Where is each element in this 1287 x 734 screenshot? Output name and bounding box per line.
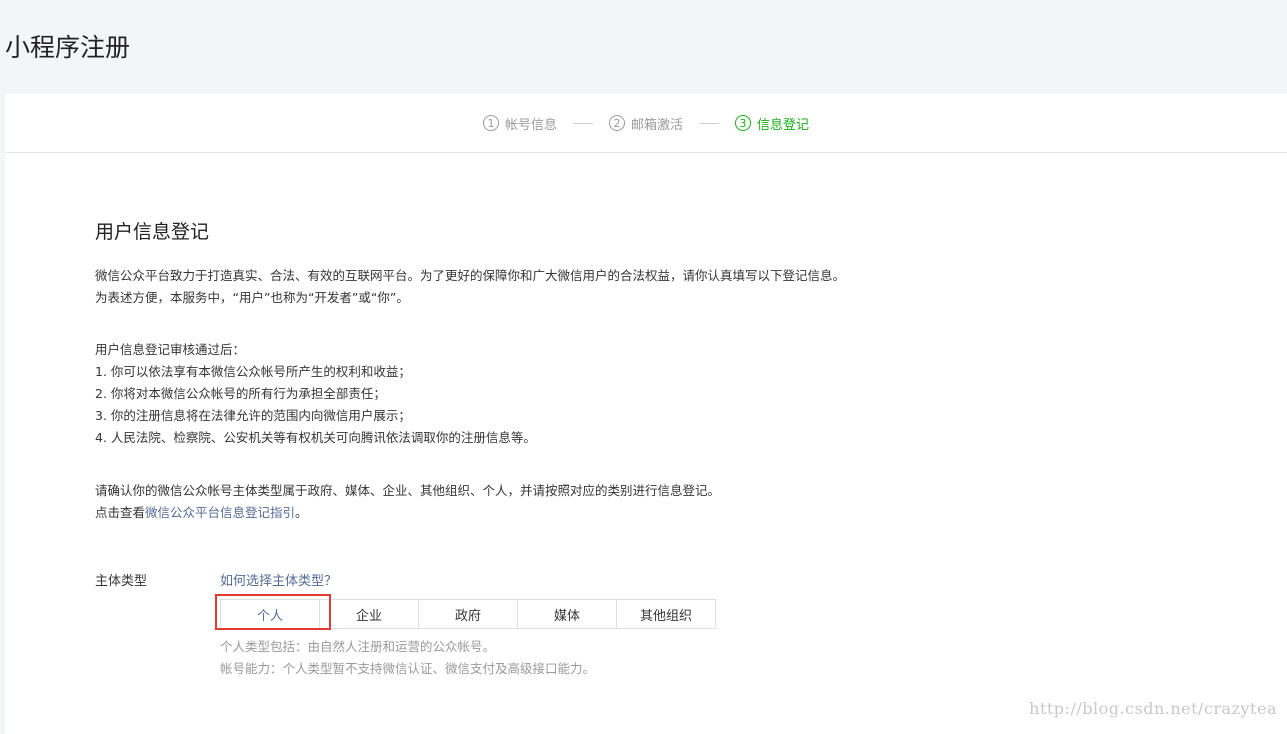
- step-number-3: 3: [735, 115, 751, 131]
- step-number-2: 2: [608, 115, 625, 131]
- step-number-1: 1: [482, 115, 499, 131]
- step-email-activation: 2 邮箱激活: [608, 114, 683, 133]
- step-account-info: 1 帐号信息: [482, 114, 557, 133]
- confirm-line-2: 点击查看微信公众平台信息登记指引。: [95, 502, 720, 524]
- subject-type-selector: 个人 企业 政府 媒体 其他组织: [220, 599, 716, 629]
- section-title: 用户信息登记: [95, 221, 210, 243]
- subject-option-enterprise[interactable]: 企业: [319, 599, 419, 629]
- subject-type-label: 主体类型: [95, 574, 148, 589]
- step-label: 邮箱激活: [630, 117, 683, 133]
- watermark: http://blog.csdn.net/crazytea: [1029, 699, 1277, 718]
- step-label: 信息登记: [757, 117, 810, 133]
- review-heading: 用户信息登记审核通过后：: [95, 342, 246, 357]
- review-item: 3. 你的注册信息将在法律允许的范围内向微信用户展示；: [95, 408, 411, 423]
- note-line: 个人类型包括：由自然人注册和运营的公众帐号。: [220, 639, 496, 654]
- confirm-suffix: 。: [295, 505, 308, 520]
- intro-line: 为表述方便，本服务中，“用户”也称为“开发者”或“你”。: [95, 290, 409, 305]
- step-separator: [699, 122, 719, 124]
- confirm-text: 请确认你的微信公众帐号主体类型属于政府、媒体、企业、其他组织、个人，并请按照对应…: [95, 480, 720, 524]
- review-item: 2. 你将对本微信公众帐号的所有行为承担全部责任；: [95, 386, 386, 401]
- intro-text: 微信公众平台致力于打造真实、合法、有效的互联网平台。为了更好的保障你和广大微信用…: [95, 265, 845, 309]
- subject-option-media[interactable]: 媒体: [517, 599, 617, 629]
- registration-guide-link[interactable]: 微信公众平台信息登记指引: [145, 505, 295, 520]
- subject-option-other-org[interactable]: 其他组织: [616, 599, 716, 629]
- subject-option-individual[interactable]: 个人: [220, 599, 320, 629]
- review-benefits: 用户信息登记审核通过后： 1. 你可以依法享有本微信公众帐号所产生的权利和收益；…: [95, 339, 536, 449]
- registration-card: 1 帐号信息 2 邮箱激活 3 信息登记 用户信息登记 微信公众平台致力于打造真…: [5, 94, 1287, 734]
- how-to-choose-link[interactable]: 如何选择主体类型？: [220, 570, 337, 589]
- step-indicator: 1 帐号信息 2 邮箱激活 3 信息登记: [5, 94, 1287, 153]
- step-label: 帐号信息: [504, 117, 557, 133]
- review-item: 4. 人民法院、检察院、公安机关等有权机关可向腾讯依法调取你的注册信息等。: [95, 430, 536, 445]
- subject-type-notes: 个人类型包括：由自然人注册和运营的公众帐号。 帐号能力：个人类型暂不支持微信认证…: [220, 636, 595, 680]
- step-info-registration: 3 信息登记: [735, 114, 809, 133]
- confirm-line: 请确认你的微信公众帐号主体类型属于政府、媒体、企业、其他组织、个人，并请按照对应…: [95, 483, 721, 498]
- intro-line: 微信公众平台致力于打造真实、合法、有效的互联网平台。为了更好的保障你和广大微信用…: [95, 268, 846, 283]
- subject-option-government[interactable]: 政府: [418, 599, 518, 629]
- review-item: 1. 你可以依法享有本微信公众帐号所产生的权利和收益；: [95, 364, 411, 379]
- page-title: 小程序注册: [5, 33, 131, 62]
- note-line: 帐号能力：个人类型暂不支持微信认证、微信支付及高级接口能力。: [220, 661, 596, 676]
- step-separator: [572, 122, 593, 124]
- confirm-prefix: 点击查看: [95, 505, 146, 520]
